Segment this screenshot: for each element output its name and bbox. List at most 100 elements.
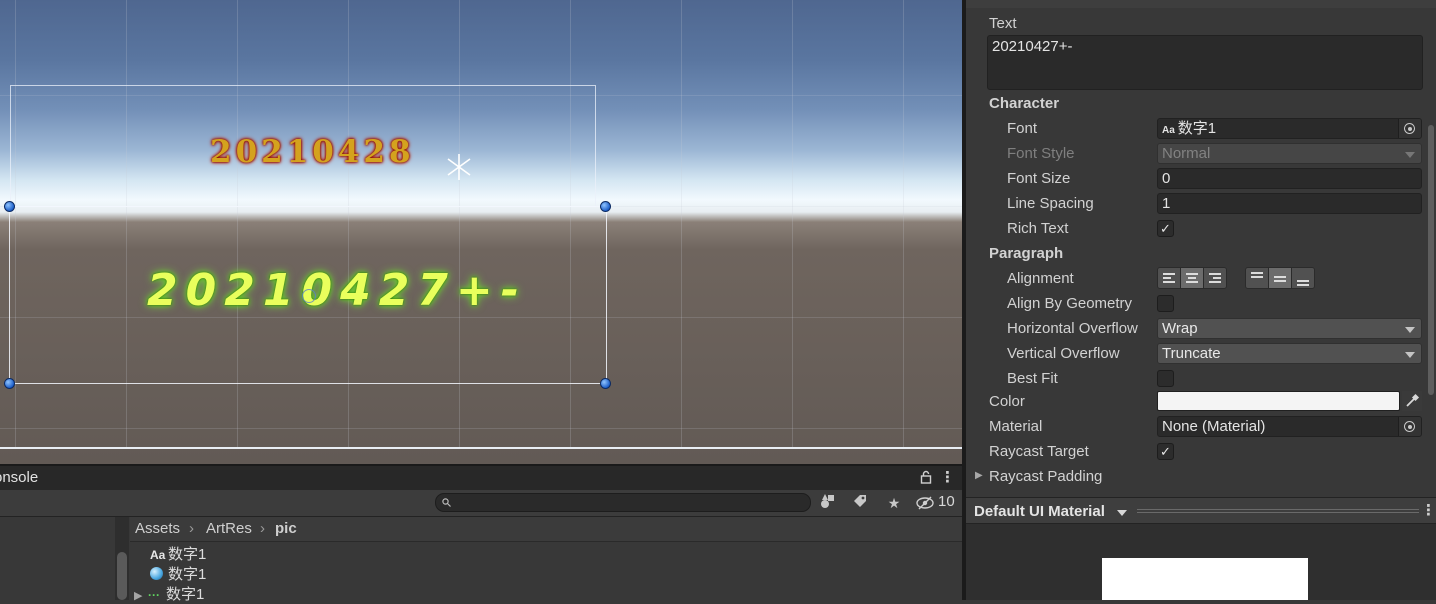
inspector-top-strip <box>966 0 1436 8</box>
horizontal-overflow-dropdown[interactable]: Wrap <box>1157 318 1422 339</box>
best-fit-checkbox[interactable] <box>1157 370 1174 387</box>
alignment-label: Alignment <box>1007 270 1074 287</box>
breadcrumb: Assets › ArtRes › pic <box>130 517 962 542</box>
list-item[interactable]: ▶ ··· 数字1 <box>134 583 204 603</box>
project-panel: onsole ⋮ ★ 10 Assets › ArtRes › <box>0 464 962 603</box>
sphere-icon <box>150 567 168 582</box>
vertical-overflow-value: Truncate <box>1162 345 1221 362</box>
tab-console[interactable]: onsole <box>0 469 38 486</box>
chevron-down-icon <box>1405 352 1415 358</box>
vertical-overflow-label: Vertical Overflow <box>1007 345 1120 362</box>
filter-by-label-icon[interactable] <box>848 493 872 513</box>
material-preview-area <box>966 524 1436 600</box>
align-center-icon[interactable] <box>1180 267 1204 289</box>
lock-icon[interactable] <box>920 470 932 484</box>
chevron-down-icon[interactable] <box>1117 510 1127 516</box>
panel-menu-icon[interactable]: ⋮ <box>940 468 955 486</box>
grid-line <box>903 0 904 448</box>
list-item[interactable]: Aa 数字1 <box>150 543 206 563</box>
inspector-scrollbar[interactable] <box>1428 125 1434 395</box>
color-label: Color <box>989 393 1025 410</box>
red-number-text: 20210428 <box>210 134 415 170</box>
line-spacing-input[interactable]: 1 <box>1157 193 1422 214</box>
expand-arrow-icon[interactable]: ▶ <box>134 589 148 602</box>
favorites-star-icon[interactable]: ★ <box>882 493 906 513</box>
line-spacing-label: Line Spacing <box>1007 195 1094 212</box>
align-right-icon[interactable] <box>1203 267 1227 289</box>
vertical-overflow-dropdown[interactable]: Truncate <box>1157 343 1422 364</box>
folder-tree[interactable] <box>0 517 116 600</box>
project-toolbar: ★ 10 <box>0 490 962 517</box>
font-field-value: 数字1 <box>1177 120 1217 137</box>
rect-handle-top-right[interactable] <box>600 201 611 212</box>
green-number-text[interactable]: 20210427+- <box>147 265 527 316</box>
object-picker-icon[interactable] <box>1398 119 1421 138</box>
raycast-target-checkbox[interactable]: ✓ <box>1157 443 1174 460</box>
pivot-circle[interactable] <box>302 289 316 303</box>
text-area-input[interactable]: 20210427+- <box>987 35 1423 90</box>
align-left-icon[interactable] <box>1157 267 1181 289</box>
horizontal-overflow-label: Horizontal Overflow <box>1007 320 1138 337</box>
align-middle-icon[interactable] <box>1268 267 1292 289</box>
grid-line <box>681 0 682 448</box>
font-asset-icon: Aa <box>1162 125 1175 136</box>
breadcrumb-separator-icon: › <box>189 520 194 537</box>
text-label: Text <box>989 15 1017 32</box>
search-input[interactable] <box>435 493 811 512</box>
align-top-icon[interactable] <box>1245 267 1269 289</box>
rich-text-label: Rich Text <box>1007 220 1069 237</box>
rich-text-checkbox[interactable]: ✓ <box>1157 220 1174 237</box>
breadcrumb-pic[interactable]: pic <box>275 520 297 537</box>
chevron-down-icon <box>1405 152 1415 158</box>
rect-handle-top-left[interactable] <box>4 201 15 212</box>
breadcrumb-artres[interactable]: ArtRes <box>206 520 252 537</box>
material-field-value: None (Material) <box>1162 418 1266 435</box>
font-label: Font <box>1007 120 1038 137</box>
breadcrumb-assets[interactable]: Assets <box>135 520 180 537</box>
font-size-input[interactable]: 0 <box>1157 168 1422 189</box>
breadcrumb-separator-icon: › <box>260 520 265 537</box>
folder-tree-scroll-thumb[interactable] <box>117 552 127 600</box>
horizontal-overflow-value: Wrap <box>1162 320 1198 337</box>
eyedropper-icon[interactable] <box>1402 391 1422 411</box>
scene-view[interactable]: 20210428 20210427+- <box>0 0 962 464</box>
material-menu-icon[interactable]: ⋮ <box>1421 501 1436 519</box>
material-section-title: Default UI Material <box>974 503 1105 520</box>
rect-handle-bottom-right[interactable] <box>600 378 611 389</box>
drag-bar <box>1137 509 1419 510</box>
asset-name: 数字1 <box>166 586 205 603</box>
color-swatch-field[interactable] <box>1157 391 1400 411</box>
font-style-value: Normal <box>1162 145 1211 162</box>
raycast-target-label: Raycast Target <box>989 443 1089 460</box>
inspector-panel: Text 20210427+- Character Font Aa 数字1 Fon… <box>966 0 1436 600</box>
font-field[interactable]: Aa 数字1 <box>1157 118 1422 139</box>
drag-bar <box>1137 512 1419 513</box>
panel-tab-bar: onsole ⋮ <box>0 464 962 490</box>
font-style-dropdown[interactable]: Normal <box>1157 143 1422 164</box>
hidden-count: 10 <box>938 493 955 510</box>
align-by-geometry-label: Align By Geometry <box>1007 295 1133 312</box>
asset-name: 数字1 <box>168 566 207 583</box>
align-bottom-icon[interactable] <box>1291 267 1315 289</box>
search-icon <box>442 498 451 507</box>
font-size-label: Font Size <box>1007 170 1071 187</box>
material-preview-swatch <box>1102 558 1308 600</box>
rect-handle-bottom-left[interactable] <box>4 378 15 389</box>
align-by-geometry-checkbox[interactable] <box>1157 295 1174 312</box>
material-label: Material <box>989 418 1043 435</box>
raycast-padding-label[interactable]: Raycast Padding <box>989 468 1102 485</box>
hidden-packages-eye-icon[interactable] <box>916 495 934 511</box>
paragraph-header: Paragraph <box>989 245 1064 262</box>
material-section-header[interactable]: Default UI Material ⋮ <box>966 497 1436 524</box>
material-field[interactable]: None (Material) <box>1157 416 1422 437</box>
asset-name: 数字1 <box>168 546 207 563</box>
pivot-gizmo-icon[interactable] <box>444 152 474 182</box>
screen-edge-line <box>0 447 962 449</box>
filter-by-type-icon[interactable] <box>816 493 840 513</box>
grid-line <box>0 428 962 429</box>
font-style-label: Font Style <box>1007 145 1075 162</box>
foldout-arrow-icon[interactable]: ▶ <box>975 470 983 481</box>
font-icon: Aa <box>150 548 166 562</box>
object-picker-icon[interactable] <box>1398 417 1421 436</box>
list-item[interactable]: 数字1 <box>150 563 206 583</box>
